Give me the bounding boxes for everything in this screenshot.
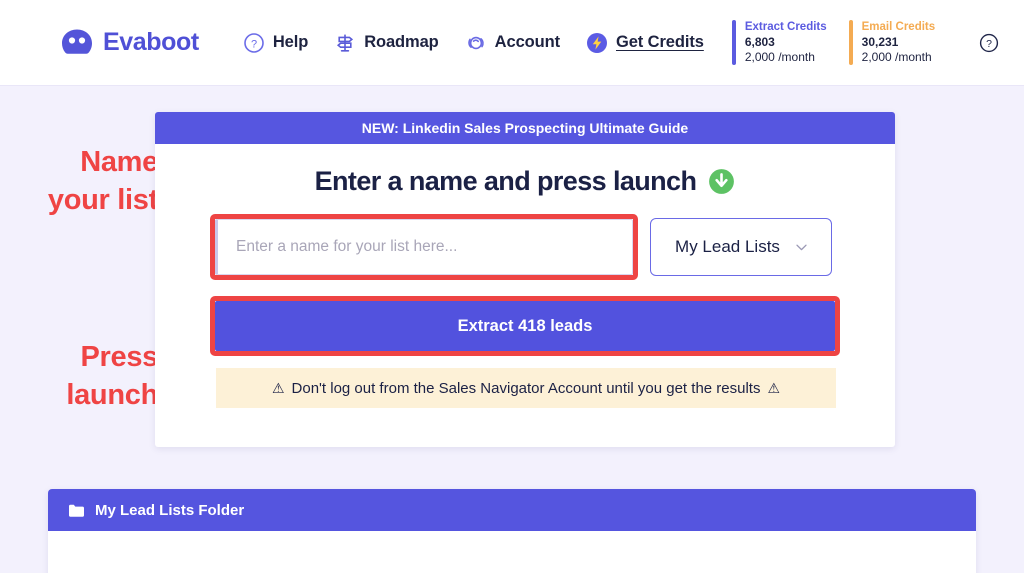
credit-bar-orange-icon bbox=[848, 19, 853, 66]
extract-credits-block: Extract Credits 6,803 2,000 /month bbox=[731, 19, 827, 66]
credit-bar-purple-icon bbox=[731, 19, 736, 66]
account-swirl-icon bbox=[465, 32, 487, 54]
top-header: Evaboot ? Help Roadmap Account Get Credi… bbox=[0, 0, 1024, 86]
nav-item-account[interactable]: Account bbox=[465, 32, 560, 54]
list-name-row bbox=[210, 214, 638, 280]
extract-credits-rate: 2,000 /month bbox=[744, 49, 815, 64]
warning-triangle-icon-right: ⚠ bbox=[767, 379, 781, 396]
nav-label-roadmap: Roadmap bbox=[364, 33, 439, 51]
promo-banner[interactable]: NEW: Linkedin Sales Prospecting Ultimate… bbox=[155, 112, 895, 144]
question-circle-icon: ? bbox=[243, 32, 265, 54]
card-title-row: Enter a name and press launch bbox=[155, 166, 895, 197]
green-arrow-down-icon bbox=[708, 168, 735, 195]
svg-text:?: ? bbox=[251, 38, 257, 50]
extract-credits-value: 6,803 bbox=[744, 34, 775, 49]
logout-warning-banner: ⚠ Don't log out from the Sales Navigator… bbox=[216, 368, 836, 408]
nav-item-get-credits[interactable]: Get Credits bbox=[586, 32, 704, 54]
nav-item-roadmap[interactable]: Roadmap bbox=[334, 32, 439, 54]
folder-icon bbox=[68, 503, 85, 518]
help-question-circle-icon[interactable]: ? bbox=[979, 33, 999, 53]
list-name-input[interactable] bbox=[215, 219, 633, 275]
page-title: Enter a name and press launch bbox=[314, 166, 697, 196]
warning-triangle-icon-left: ⚠ bbox=[271, 379, 285, 396]
extract-leads-button[interactable]: Extract 418 leads bbox=[215, 301, 835, 351]
extract-card: NEW: Linkedin Sales Prospecting Ultimate… bbox=[155, 112, 895, 447]
main-nav: ? Help Roadmap Account Get Credits bbox=[243, 32, 704, 54]
lead-list-select-value: My Lead Lists bbox=[675, 237, 780, 256]
nav-label-help: Help bbox=[272, 33, 309, 51]
email-credits-rate: 2,000 /month bbox=[861, 49, 932, 64]
email-credits-value: 30,231 bbox=[861, 34, 899, 49]
lead-list-select[interactable]: My Lead Lists bbox=[650, 218, 832, 276]
email-credits-block: Email Credits 30,231 2,000 /month bbox=[848, 19, 936, 66]
evaboot-robot-logo-icon bbox=[60, 28, 94, 58]
extract-button-highlight: Extract 418 leads bbox=[210, 296, 840, 356]
credits-summary: Extract Credits 6,803 2,000 /month Email… bbox=[731, 19, 999, 66]
folder-header[interactable]: My Lead Lists Folder bbox=[48, 489, 976, 531]
nav-label-get-credits: Get Credits bbox=[615, 33, 704, 51]
folder-title: My Lead Lists Folder bbox=[95, 501, 245, 519]
annotation-name-your-list: Name your list bbox=[47, 146, 158, 217]
list-name-highlight bbox=[210, 214, 638, 280]
lightning-bolt-icon bbox=[586, 32, 608, 54]
annotation-press-launch: Press launch bbox=[66, 341, 158, 412]
svg-text:?: ? bbox=[986, 38, 992, 50]
lead-lists-folder-card: My Lead Lists Folder Label Leads Status bbox=[48, 489, 976, 573]
extract-credits-title: Extract Credits bbox=[744, 20, 827, 33]
email-credits-title: Email Credits bbox=[861, 20, 936, 33]
brand-logo[interactable]: Evaboot bbox=[60, 28, 199, 58]
signpost-icon bbox=[334, 32, 356, 54]
folder-body: Label Leads Status bbox=[48, 531, 976, 573]
nav-label-account: Account bbox=[494, 33, 560, 51]
logout-warning-text: Don't log out from the Sales Navigator A… bbox=[291, 379, 761, 397]
nav-item-help[interactable]: ? Help bbox=[243, 32, 308, 54]
brand-name: Evaboot bbox=[103, 28, 199, 56]
chevron-down-icon bbox=[796, 244, 807, 251]
